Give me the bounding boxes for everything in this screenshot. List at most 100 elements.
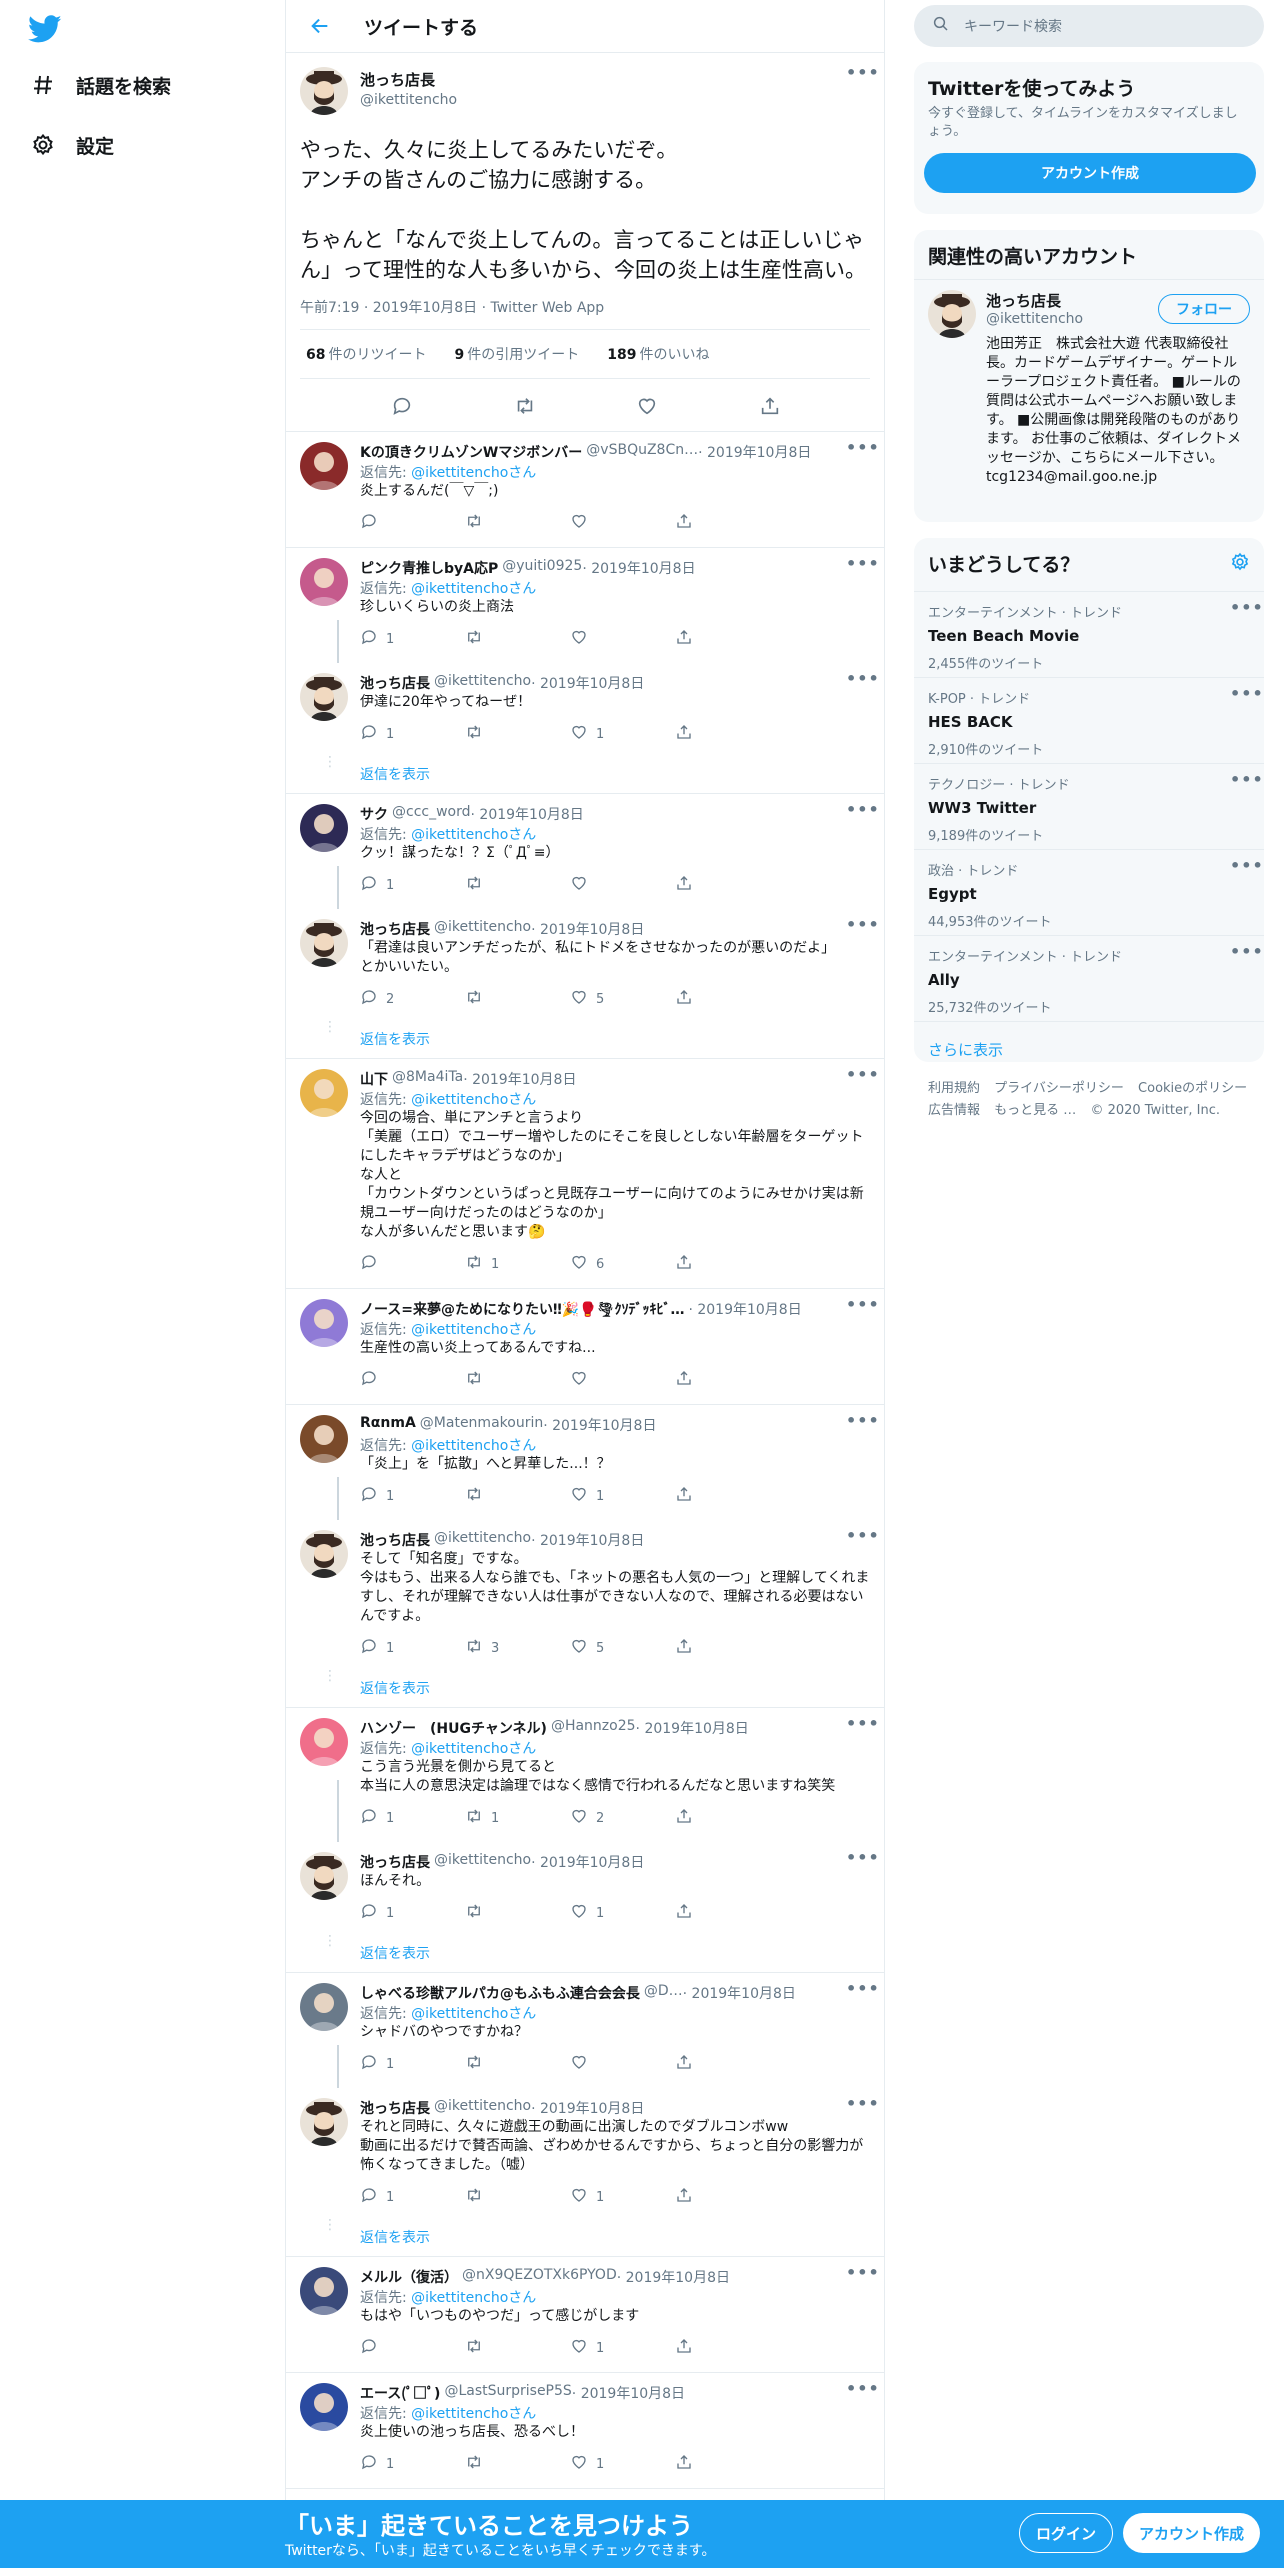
like-button[interactable] [570, 628, 675, 650]
more-options-icon[interactable]: ••• [846, 2096, 879, 2118]
like-button[interactable]: 1 [570, 723, 675, 745]
like-button[interactable]: 5 [570, 1637, 675, 1659]
share-button[interactable] [675, 628, 780, 650]
show-more-trends-link[interactable]: さらに表示 [914, 1021, 1264, 1077]
share-button[interactable] [675, 1485, 780, 1507]
reply-tweet[interactable]: RαnmA @Matenmakourin · 2019年10月8日 返信先: @ik… [286, 1405, 884, 1520]
like-button[interactable]: 1 [570, 2453, 675, 2475]
reply-date[interactable]: · 2019年10月8日 [531, 673, 644, 693]
like-button[interactable] [570, 874, 675, 896]
replying-to-handle[interactable]: @ikettitencho [411, 1438, 508, 1454]
reply-date[interactable]: · 2019年10月8日 [463, 1069, 576, 1089]
reply-author-handle[interactable]: @LastSurpriseP5S [444, 2383, 571, 2403]
avatar[interactable] [300, 67, 348, 115]
reply-button[interactable]: 1 [360, 2453, 465, 2475]
reply-date[interactable]: · 2019年10月8日 [531, 2098, 644, 2118]
replying-to-handle[interactable]: @ikettitencho [411, 2006, 508, 2022]
more-options-icon[interactable]: ••• [846, 1413, 879, 1435]
share-icon[interactable] [759, 395, 779, 415]
replying-to-handle[interactable]: @ikettitencho [411, 1322, 508, 1338]
share-button[interactable] [675, 2453, 780, 2475]
avatar[interactable] [300, 2098, 348, 2146]
more-options-icon[interactable]: ••• [846, 1297, 879, 1319]
reply-button[interactable] [360, 1369, 465, 1391]
retweet-icon[interactable] [514, 395, 534, 415]
reply-button[interactable] [360, 1253, 465, 1275]
more-options-icon[interactable]: ••• [1230, 772, 1263, 794]
avatar[interactable] [300, 1299, 348, 1347]
reply-author-name[interactable]: ハンゾー (HUGチャンネル) [360, 1718, 547, 1738]
retweet-button[interactable] [465, 2186, 570, 2208]
share-button[interactable] [675, 1807, 780, 1829]
more-options-icon[interactable]: ••• [846, 1850, 879, 1872]
retweet-button[interactable] [465, 874, 570, 896]
avatar[interactable] [300, 558, 348, 606]
create-account-button[interactable]: アカウント作成 [924, 153, 1256, 193]
reply-author-handle[interactable]: @vSBQuZ8Cn… [586, 442, 698, 462]
reply-author-name[interactable]: 池っち店長 [360, 919, 430, 939]
relevant-account[interactable]: 池っち店長 @ikettitencho 池田芳正 株式会社大遊 代表取締役社長。… [914, 280, 1264, 497]
follow-button[interactable]: フォロー [1158, 294, 1250, 324]
more-options-icon[interactable]: ••• [1230, 686, 1263, 708]
reply-button[interactable]: 1 [360, 1902, 465, 1924]
nav-settings[interactable]: 設定 [28, 125, 114, 165]
back-arrow-icon[interactable] [300, 6, 340, 46]
cookie-link[interactable]: Cookieのポリシー [1138, 1081, 1247, 1096]
reply-author-name[interactable]: エース(ﾟ□ﾟ) [360, 2383, 440, 2403]
avatar[interactable] [300, 442, 348, 490]
login-button[interactable]: ログイン [1019, 2513, 1113, 2553]
replying-to-handle[interactable]: @ikettitencho [411, 465, 508, 481]
avatar[interactable] [300, 2267, 348, 2315]
quote-count[interactable]: 9 件の引用ツイート [454, 344, 579, 364]
reply-tweet[interactable]: しゃべる珍獣アルパカ@もふもふ連合会会長 @D… · 2019年10月8日 返信先:… [286, 1973, 884, 2088]
like-icon[interactable] [636, 395, 656, 415]
show-replies-link[interactable]: ⋮ 返信を表示 [286, 1019, 884, 1059]
replying-to-handle[interactable]: @ikettitencho [411, 827, 508, 843]
reply-button[interactable]: 1 [360, 723, 465, 745]
reply-author-name[interactable]: 池っち店長 [360, 1852, 430, 1872]
share-button[interactable] [675, 723, 780, 745]
privacy-link[interactable]: プライバシーポリシー [994, 1081, 1124, 1096]
like-button[interactable]: 1 [570, 1902, 675, 1924]
more-options-icon[interactable]: ••• [846, 917, 879, 939]
reply-button[interactable]: 1 [360, 874, 465, 896]
like-count[interactable]: 189 件のいいね [607, 344, 709, 364]
reply-author-handle[interactable]: @ikettitencho [434, 1852, 531, 1872]
reply-date[interactable]: · 2019年10月8日 [543, 1415, 656, 1435]
reply-tweet[interactable]: 山下 @8Ma4iTa · 2019年10月8日 返信先: @ikettitench… [286, 1059, 884, 1289]
avatar[interactable] [300, 804, 348, 852]
reply-tweet[interactable]: エース(ﾟ□ﾟ) @LastSurpriseP5S · 2019年10月8日 返信先… [286, 2373, 884, 2489]
reply-tweet[interactable]: 池っち店長 @ikettitencho · 2019年10月8日 そして「知名度」で… [286, 1520, 884, 1668]
avatar[interactable] [928, 290, 976, 338]
more-options-icon[interactable]: ••• [1230, 858, 1263, 880]
share-button[interactable] [675, 2186, 780, 2208]
reply-date[interactable]: · 2019年10月8日 [617, 2267, 730, 2287]
reply-author-handle[interactable]: @ikettitencho [434, 673, 531, 693]
like-button[interactable]: 1 [570, 2186, 675, 2208]
reply-button[interactable]: 1 [360, 1637, 465, 1659]
reply-author-handle[interactable]: @Hannzo25 [551, 1718, 636, 1738]
avatar[interactable] [300, 1069, 348, 1117]
reply-author-handle[interactable]: @ccc_word [392, 804, 471, 824]
retweet-button[interactable] [465, 1485, 570, 1507]
retweet-button[interactable] [465, 2053, 570, 2075]
more-options-icon[interactable]: ••• [846, 2381, 879, 2403]
show-replies-link[interactable]: ⋮ 返信を表示 [286, 2217, 884, 2257]
like-button[interactable] [570, 2053, 675, 2075]
reply-button[interactable]: 1 [360, 1485, 465, 1507]
reply-tweet[interactable]: ハンゾー (HUGチャンネル) @Hannzo25 · 2019年10月8日 返信先… [286, 1708, 884, 1842]
reply-button[interactable]: 1 [360, 2186, 465, 2208]
share-button[interactable] [675, 1637, 780, 1659]
retweet-button[interactable] [465, 628, 570, 650]
more-options-icon[interactable]: ••• [846, 65, 879, 87]
more-options-icon[interactable]: ••• [846, 671, 879, 693]
ads-link[interactable]: 広告情報 [928, 1103, 980, 1118]
like-button[interactable] [570, 512, 675, 534]
reply-button[interactable] [360, 512, 465, 534]
retweet-button[interactable]: 3 [465, 1637, 570, 1659]
reply-date[interactable]: · 2019年10月8日 [531, 1852, 644, 1872]
reply-author-handle[interactable]: @ikettitencho [434, 919, 531, 939]
more-options-icon[interactable]: ••• [846, 556, 879, 578]
retweet-button[interactable] [465, 1369, 570, 1391]
retweet-button[interactable] [465, 1902, 570, 1924]
